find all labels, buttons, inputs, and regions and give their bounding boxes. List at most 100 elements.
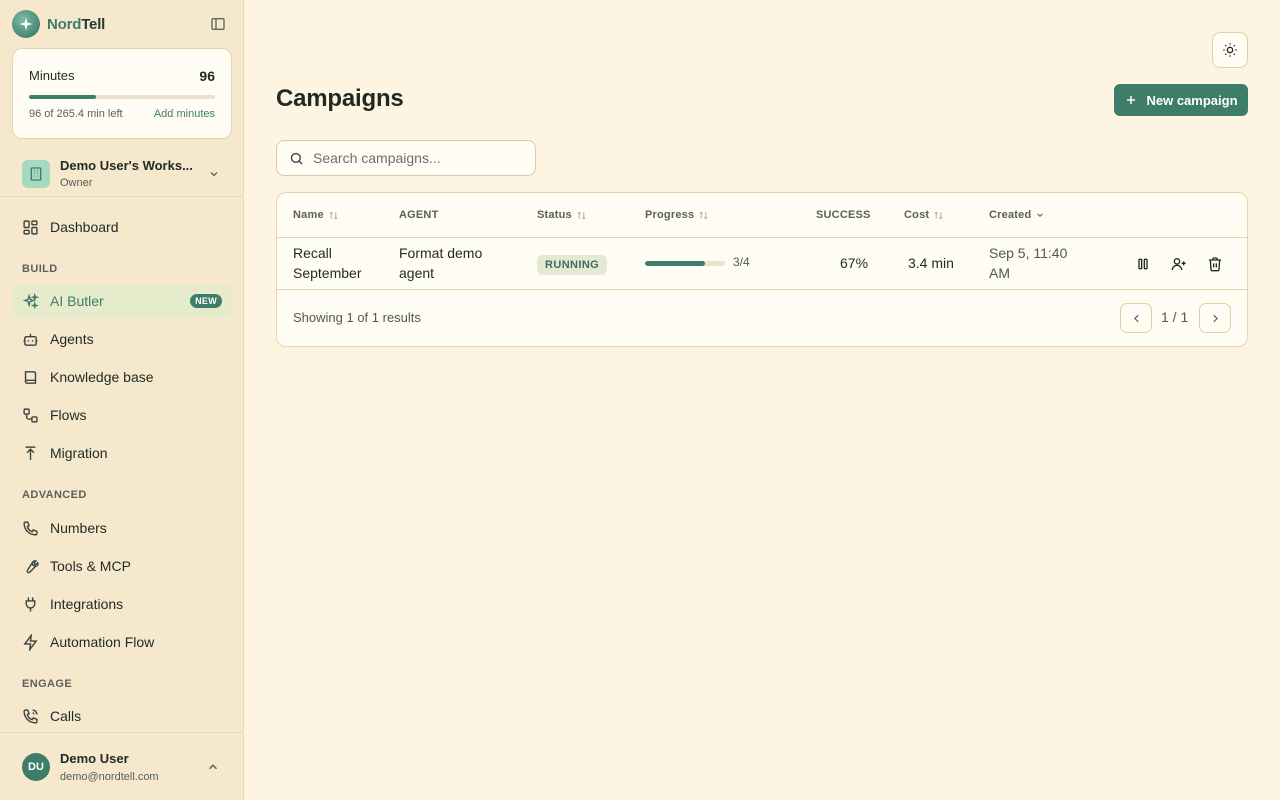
sort-icon bbox=[698, 210, 709, 221]
sort-icon bbox=[576, 210, 587, 221]
sidebar-toggle-icon[interactable] bbox=[208, 14, 228, 34]
user-email: demo@nordtell.com bbox=[60, 771, 159, 783]
sidebar-item-label: Migration bbox=[50, 445, 108, 461]
minutes-progress-fill bbox=[29, 95, 97, 99]
column-header-label: SUCCESS bbox=[816, 209, 871, 221]
sparkles-icon bbox=[22, 293, 39, 310]
column-header-label: Created bbox=[989, 209, 1032, 221]
section-label-advanced: ADVANCED bbox=[22, 489, 87, 501]
column-header-label: Progress bbox=[645, 209, 695, 221]
campaign-name: Recall September bbox=[293, 245, 362, 281]
header-divider bbox=[277, 237, 1247, 238]
sidebar-item-label: Numbers bbox=[50, 520, 107, 536]
campaign-created: Sep 5, 11:40 AM bbox=[989, 245, 1068, 281]
minutes-remaining: 96 of 265.4 min left bbox=[29, 108, 123, 120]
column-header-name[interactable]: Name bbox=[293, 209, 339, 221]
status-badge: RUNNING bbox=[537, 255, 608, 275]
sidebar-item-label: Dashboard bbox=[50, 219, 119, 235]
search-icon bbox=[289, 151, 304, 171]
sidebar-item-ai-butler[interactable]: AI Butler NEW bbox=[12, 284, 232, 318]
delete-button[interactable] bbox=[1205, 254, 1225, 274]
minutes-progress-bar bbox=[29, 95, 215, 99]
column-header-agent: AGENT bbox=[399, 209, 439, 221]
page-indicator: 1 / 1 bbox=[1161, 309, 1189, 325]
sidebar-item-label: Flows bbox=[50, 407, 87, 423]
sidebar-item-label: Agents bbox=[50, 331, 94, 347]
sidebar-item-dashboard[interactable]: Dashboard bbox=[12, 210, 232, 244]
sidebar: NordTell Minutes 96 96 of 265.4 min left… bbox=[0, 0, 244, 800]
column-header-label: Name bbox=[293, 209, 324, 221]
user-profile[interactable]: DU Demo User demo@nordtell.com bbox=[0, 732, 244, 800]
column-header-created[interactable]: Created bbox=[989, 209, 1045, 221]
sidebar-item-label: Knowledge base bbox=[50, 369, 154, 385]
new-campaign-button[interactable]: New campaign bbox=[1114, 84, 1248, 116]
assign-contacts-button[interactable] bbox=[1169, 254, 1189, 274]
bot-icon bbox=[22, 331, 39, 348]
sidebar-item-tools-mcp[interactable]: Tools & MCP bbox=[12, 549, 232, 583]
previous-page-button[interactable] bbox=[1120, 303, 1152, 333]
next-page-button[interactable] bbox=[1199, 303, 1231, 333]
sidebar-item-agents[interactable]: Agents bbox=[12, 322, 232, 356]
workspace-switcher[interactable]: Demo User's Works... Owner bbox=[12, 150, 232, 196]
plug-icon bbox=[22, 596, 39, 613]
sparkle-logo-icon bbox=[12, 10, 40, 38]
sun-icon bbox=[1222, 42, 1238, 58]
sidebar-item-migration[interactable]: Migration bbox=[12, 436, 232, 470]
column-header-status[interactable]: Status bbox=[537, 209, 587, 221]
building-icon bbox=[22, 160, 50, 188]
column-header-success: SUCCESS bbox=[816, 209, 871, 221]
sidebar-item-numbers[interactable]: Numbers bbox=[12, 511, 232, 545]
sidebar-item-automation-flow[interactable]: Automation Flow bbox=[12, 625, 232, 659]
chevron-down-icon bbox=[1035, 210, 1045, 220]
page-title: Campaigns bbox=[276, 85, 404, 112]
new-badge: NEW bbox=[190, 294, 222, 308]
user-plus-icon bbox=[1171, 256, 1187, 272]
section-label-engage: ENGAGE bbox=[22, 678, 73, 690]
sidebar-item-label: Tools & MCP bbox=[50, 558, 131, 574]
sidebar-item-label: Integrations bbox=[50, 596, 124, 612]
user-name: Demo User bbox=[60, 751, 129, 766]
workflow-icon bbox=[22, 407, 39, 424]
phone-icon bbox=[22, 520, 39, 537]
chevron-down-icon bbox=[208, 167, 220, 185]
sort-icon bbox=[933, 210, 944, 221]
workspace-name: Demo User's Works... bbox=[60, 158, 193, 173]
column-header-label: Cost bbox=[904, 209, 930, 221]
sidebar-item-label: Automation Flow bbox=[50, 634, 155, 650]
sidebar-item-flows[interactable]: Flows bbox=[12, 398, 232, 432]
sort-icon bbox=[328, 210, 339, 221]
search-input[interactable] bbox=[313, 142, 527, 174]
campaign-cost: 3.4 min bbox=[908, 255, 954, 271]
theme-toggle-button[interactable] bbox=[1212, 32, 1248, 68]
pause-icon bbox=[1135, 256, 1151, 272]
search-box bbox=[276, 140, 536, 176]
layout-grid-icon bbox=[22, 219, 39, 236]
workspace-role: Owner bbox=[60, 177, 93, 189]
column-header-cost[interactable]: Cost bbox=[904, 209, 944, 221]
chevron-left-icon bbox=[1130, 312, 1143, 325]
results-count: Showing 1 of 1 results bbox=[293, 310, 421, 325]
row-divider bbox=[277, 289, 1247, 290]
pause-button[interactable] bbox=[1133, 254, 1153, 274]
campaigns-table: Name AGENT Status Progress SUCCESS Cost … bbox=[276, 192, 1248, 347]
sidebar-item-calls[interactable]: Calls bbox=[12, 699, 232, 733]
minutes-title: Minutes bbox=[29, 68, 75, 83]
campaign-success: 67% bbox=[840, 255, 869, 271]
add-minutes-link[interactable]: Add minutes bbox=[154, 108, 215, 120]
sidebar-item-label: Calls bbox=[50, 708, 82, 724]
section-label-build: BUILD bbox=[22, 263, 58, 275]
book-icon bbox=[22, 369, 39, 386]
chevron-up-icon[interactable] bbox=[206, 760, 220, 779]
column-header-label: AGENT bbox=[399, 209, 439, 221]
plus-icon bbox=[1124, 93, 1138, 107]
new-campaign-label: New campaign bbox=[1146, 92, 1238, 108]
column-header-label: Status bbox=[537, 209, 572, 221]
campaign-progress-bar bbox=[645, 261, 725, 266]
campaign-agent: Format demo agent bbox=[399, 245, 483, 281]
column-header-progress[interactable]: Progress bbox=[645, 209, 709, 221]
brand[interactable]: NordTell bbox=[12, 10, 105, 38]
brand-name: NordTell bbox=[47, 15, 106, 33]
sidebar-item-integrations[interactable]: Integrations bbox=[12, 587, 232, 621]
sidebar-item-label: AI Butler bbox=[50, 293, 104, 309]
sidebar-item-knowledge-base[interactable]: Knowledge base bbox=[12, 360, 232, 394]
